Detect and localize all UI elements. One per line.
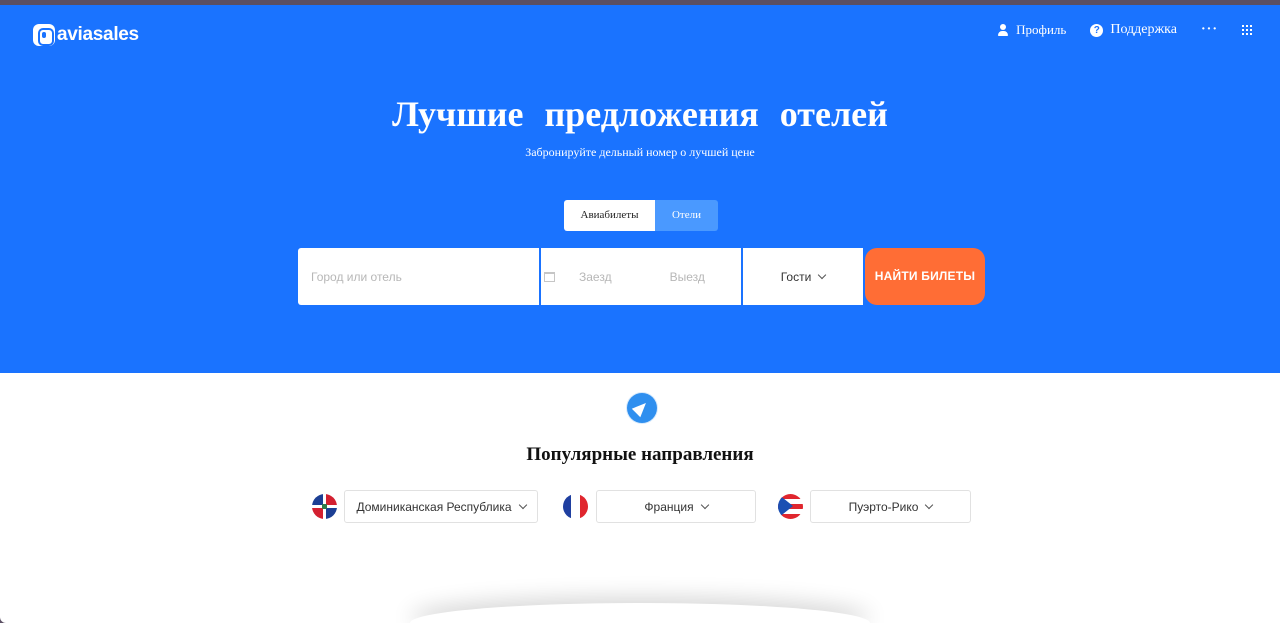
page: aviasales Профиль ? Поддержка ··· Лучшие… <box>0 5 1280 623</box>
tab-flights[interactable]: Авиабилеты <box>564 200 655 231</box>
flag-puerto-rico-icon <box>778 494 803 519</box>
checkout-field[interactable]: Выезд <box>670 270 705 284</box>
calendar-icon <box>544 271 555 282</box>
profile-label: Профиль <box>1016 22 1067 37</box>
user-icon <box>997 24 1009 36</box>
logo-text: aviasales <box>57 24 139 45</box>
destination-dominican-republic: Доминиканская Республика <box>312 490 538 523</box>
grid-icon <box>1242 25 1252 35</box>
search-tabs: Авиабилеты Отели <box>564 200 718 231</box>
chevron-down-icon <box>818 270 827 280</box>
guests-dropdown[interactable]: Гости <box>743 248 863 305</box>
destination-button[interactable]: Франция <box>596 490 756 523</box>
destination-label: Франция <box>644 499 694 514</box>
destination-puerto-rico: Пуэрто-Рико <box>778 490 971 523</box>
more-button[interactable]: ··· <box>1200 22 1218 37</box>
destination-button[interactable]: Доминиканская Республика <box>344 490 538 523</box>
chevron-down-icon <box>925 500 934 510</box>
support-label: Поддержка <box>1110 22 1177 37</box>
logo[interactable]: aviasales <box>33 24 139 46</box>
popular-title: Популярные направления <box>526 444 754 465</box>
flag-france-icon <box>563 494 588 519</box>
top-nav: Профиль ? Поддержка ··· <box>973 22 1252 38</box>
more-dots-icon: ··· <box>1200 22 1218 37</box>
page-title: Лучшие предложения отелей <box>392 94 888 134</box>
profile-link[interactable]: Профиль <box>997 22 1066 38</box>
search-button[interactable]: НАЙТИ БИЛЕТЫ <box>865 248 985 305</box>
destination-france: Франция <box>563 490 756 523</box>
paper-plane-icon <box>627 393 657 423</box>
logo-icon <box>33 24 55 46</box>
destination-button[interactable]: Пуэрто-Рико <box>810 490 971 523</box>
destination-label: Пуэрто-Рико <box>848 499 919 514</box>
chevron-down-icon <box>518 500 527 510</box>
tab-hotels[interactable]: Отели <box>655 200 718 231</box>
dates-field[interactable]: Заезд Выезд <box>541 248 741 305</box>
chevron-down-icon <box>700 500 709 510</box>
apps-button[interactable] <box>1242 25 1252 35</box>
hero-banner: aviasales Профиль ? Поддержка ··· Лучшие… <box>0 5 1280 373</box>
help-icon: ? <box>1090 23 1104 37</box>
bottom-card <box>410 603 870 623</box>
checkin-field[interactable]: Заезд <box>579 270 612 284</box>
destination-label: Доминиканская Республика <box>356 499 512 514</box>
flag-dominican-republic-icon <box>312 494 337 519</box>
guests-label: Гости <box>780 269 812 284</box>
city-input[interactable] <box>298 248 539 305</box>
support-link[interactable]: ? Поддержка <box>1090 22 1177 38</box>
page-subtitle: Забронируйте дельный номер о лучшей цене <box>525 145 755 159</box>
city-field[interactable] <box>298 248 539 305</box>
